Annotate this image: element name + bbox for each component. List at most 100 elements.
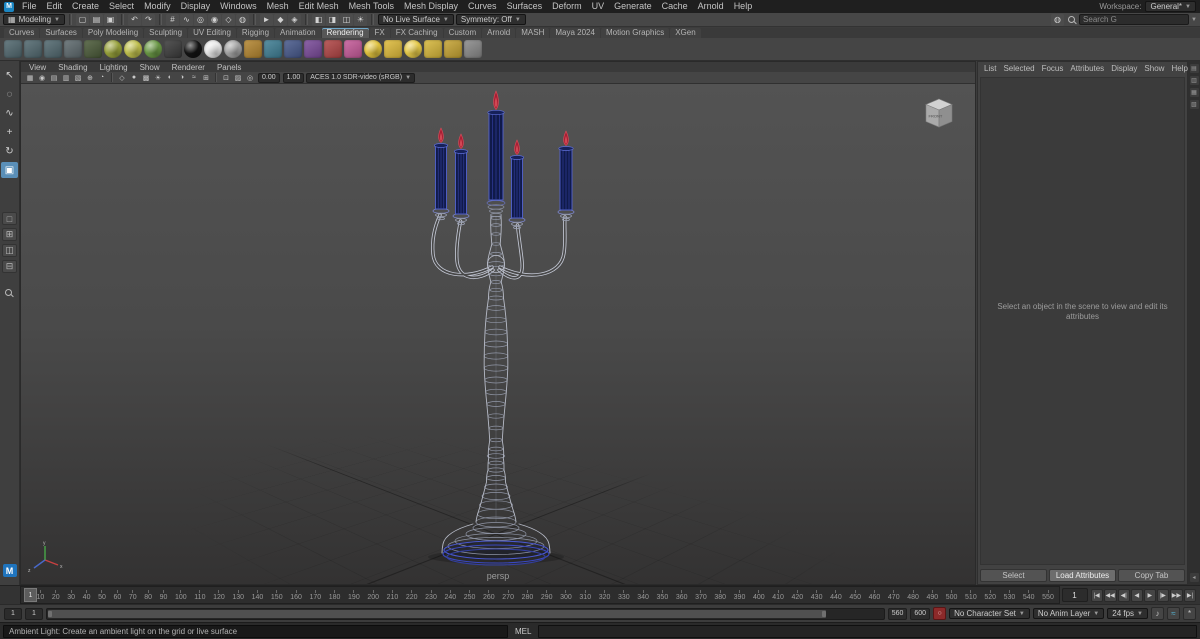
menu-set-dropdown[interactable]: ▦ Modeling ▼ <box>3 14 65 25</box>
shelf-render-settings-icon[interactable] <box>64 40 82 58</box>
step-back-frame-button[interactable]: ◀| <box>1117 588 1130 602</box>
menu-item[interactable]: Create <box>67 0 104 13</box>
playback-end-field[interactable]: 560 <box>887 607 908 620</box>
shelf-directional-light-icon[interactable] <box>384 40 402 58</box>
gamma-field[interactable]: 1.00 <box>282 72 305 83</box>
shelf-point-light-icon[interactable] <box>404 40 422 58</box>
tool-settings-tab-icon[interactable]: ▥ <box>1189 76 1199 85</box>
symmetry-dropdown[interactable]: Symmetry: Off ▼ <box>455 14 526 25</box>
shelf-black-material-icon[interactable] <box>184 40 202 58</box>
shelf-render-view-icon[interactable] <box>4 40 22 58</box>
shelf-tab[interactable]: Sculpting <box>144 28 188 38</box>
collapse-panel-icon[interactable]: ◂ <box>1189 573 1199 582</box>
shelf-tab[interactable]: Custom <box>443 28 482 38</box>
shelf-tab[interactable]: FX Caching <box>390 28 443 38</box>
select-tool[interactable]: ↖ <box>1 67 18 83</box>
layout-persp-graph-icon[interactable]: ⊟ <box>2 260 17 273</box>
shelf-tab[interactable]: FX <box>369 28 390 38</box>
range-handle-left[interactable] <box>48 610 52 617</box>
rotate-tool[interactable]: ↻ <box>1 143 18 159</box>
shelf-tab[interactable]: Rigging <box>236 28 275 38</box>
select-camera-icon[interactable]: ▦ <box>24 73 36 83</box>
range-handle-right[interactable] <box>822 610 827 617</box>
mel-input[interactable] <box>538 624 1197 638</box>
menu-item[interactable]: Edit Mesh <box>294 0 344 13</box>
viewport-canvas[interactable]: FRONT x y z persp <box>21 84 975 584</box>
attribute-editor-button[interactable]: Copy Tab <box>1118 569 1185 582</box>
shelf-glow-icon[interactable] <box>344 40 362 58</box>
shelf-layered-shader-icon[interactable] <box>164 40 182 58</box>
search-input[interactable] <box>1079 14 1190 25</box>
shelf-ambient-light-icon[interactable] <box>364 40 382 58</box>
lock-camera-icon[interactable]: ◉ <box>36 73 48 83</box>
menu-item[interactable]: Curves <box>463 0 502 13</box>
layout-persp-outliner-icon[interactable]: ◫ <box>2 244 17 257</box>
attribute-editor-tab-icon[interactable]: ▤ <box>1189 64 1199 73</box>
attribute-editor-menu-item[interactable]: Show <box>1144 64 1164 73</box>
auto-keyframe-button[interactable]: ○ <box>933 607 947 620</box>
animation-end-field[interactable]: 600 <box>910 607 931 620</box>
step-back-key-button[interactable]: ◀◀ <box>1103 588 1117 602</box>
exposure-field[interactable]: 0.00 <box>258 72 280 83</box>
xray-icon[interactable]: ▨ <box>232 73 244 83</box>
layout-single-pane-icon[interactable]: □ <box>2 212 17 225</box>
time-slider[interactable]: 0 10 20 30 <box>20 586 1060 604</box>
attribute-editor-menu-item[interactable]: Display <box>1111 64 1137 73</box>
snap-projected-center-icon[interactable]: ◉ <box>208 14 221 26</box>
channel-box-tab-icon[interactable]: ▦ <box>1189 88 1199 97</box>
render-settings-icon[interactable]: ◫ <box>340 14 353 26</box>
mute-icon[interactable]: ♪ <box>1151 607 1164 620</box>
chevron-down-icon[interactable]: ▼ <box>1191 17 1197 23</box>
panel-menu-item[interactable]: Show <box>140 63 160 72</box>
layout-four-pane-icon[interactable]: ⊞ <box>2 228 17 241</box>
wireframe-icon[interactable]: ◇ <box>116 73 128 83</box>
fps-dropdown[interactable]: 24 fps ▼ <box>1107 608 1148 619</box>
step-forward-frame-button[interactable]: |▶ <box>1156 588 1169 602</box>
menu-item[interactable]: UV <box>587 0 610 13</box>
anim-layer-dropdown[interactable]: No Anim Layer ▼ <box>1032 608 1105 619</box>
shelf-tab[interactable]: Arnold <box>482 28 516 38</box>
shelf-tab[interactable]: XGen <box>670 28 701 38</box>
save-scene-icon[interactable]: ▣ <box>104 14 117 26</box>
smooth-shade-icon[interactable]: ● <box>128 73 140 83</box>
two-d-pan-zoom-icon[interactable]: ⊕ <box>84 73 96 83</box>
range-slider[interactable] <box>46 607 885 620</box>
menu-item[interactable]: Edit <box>42 0 68 13</box>
character-set-dropdown[interactable]: No Character Set ▼ <box>949 608 1030 619</box>
shelf-ocean-shader-icon[interactable] <box>264 40 282 58</box>
menu-item[interactable]: Deform <box>547 0 587 13</box>
menu-item[interactable]: Mesh Display <box>399 0 463 13</box>
shelf-tab[interactable]: Poly Modeling <box>82 28 144 38</box>
attribute-editor-menu-item[interactable]: List <box>984 64 996 73</box>
menu-item[interactable]: File <box>17 0 42 13</box>
redo-icon[interactable]: ↷ <box>142 14 155 26</box>
make-live-icon[interactable]: ◍ <box>236 14 249 26</box>
magnifier-icon[interactable] <box>1 284 18 300</box>
shelf-ipr-render-icon[interactable] <box>24 40 42 58</box>
shelf-tab[interactable]: Animation <box>275 28 321 38</box>
snap-view-plane-icon[interactable]: ◇ <box>222 14 235 26</box>
colorspace-dropdown[interactable]: ACES 1.0 SDR-video (sRGB) ▼ <box>306 72 416 83</box>
ambient-occlusion-icon[interactable]: ◑ <box>176 73 188 83</box>
go-to-start-button[interactable]: |◀ <box>1090 588 1103 602</box>
menu-item[interactable]: Arnold <box>693 0 729 13</box>
highlight-selection-icon[interactable]: ◈ <box>288 14 301 26</box>
bookmark-icon[interactable]: ▥ <box>60 73 72 83</box>
menu-item[interactable]: Generate <box>609 0 657 13</box>
shelf-phong-material-icon[interactable] <box>144 40 162 58</box>
light-editor-icon[interactable]: ☀ <box>354 14 367 26</box>
shelf-hypershade-icon[interactable] <box>84 40 102 58</box>
no-live-surface-dropdown[interactable]: No Live Surface ▼ <box>377 14 454 25</box>
menu-item[interactable]: Mesh <box>262 0 294 13</box>
shelf-area-light-icon[interactable] <box>444 40 462 58</box>
menu-item[interactable]: Cache <box>657 0 693 13</box>
motion-blur-icon[interactable]: ≈ <box>188 73 200 83</box>
modeling-toolkit-tab-icon[interactable]: ▧ <box>1189 100 1199 109</box>
move-tool[interactable]: + <box>1 124 18 140</box>
shelf-checker-texture-icon[interactable] <box>284 40 302 58</box>
textured-icon[interactable]: ▩ <box>140 73 152 83</box>
shelf-render-sequence-icon[interactable] <box>44 40 62 58</box>
isolate-select-icon[interactable]: ⊡ <box>220 73 232 83</box>
undo-icon[interactable]: ↶ <box>128 14 141 26</box>
attribute-editor-menu-item[interactable]: Help <box>1171 64 1187 73</box>
